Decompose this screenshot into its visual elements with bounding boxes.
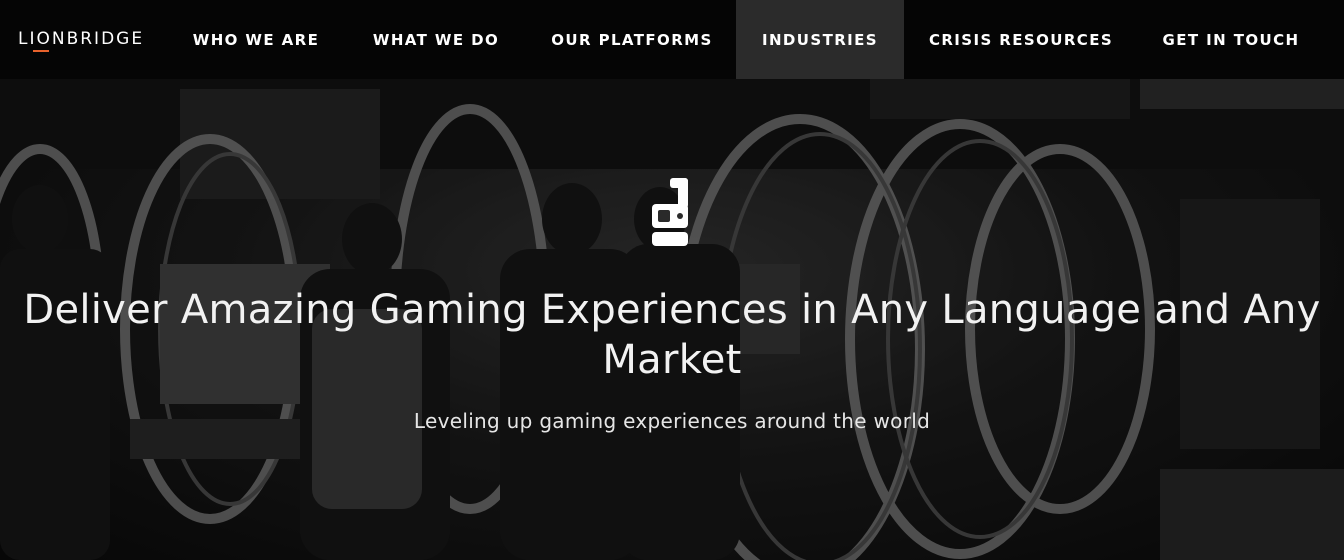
nav-item-who-we-are[interactable]: WHO WE ARE [178,0,334,79]
gaming-controller-icon [652,178,688,246]
nav-item-get-in-touch[interactable]: GET IN TOUCH [1146,0,1316,79]
logo-accent-mark [33,50,49,52]
lionbridge-logo[interactable]: LIONBRIDGE [18,29,144,49]
nav-item-crisis-resources[interactable]: CRISIS RESOURCES [912,0,1130,79]
hero-banner: Deliver Amazing Gaming Experiences in An… [0,79,1344,560]
nav-item-industries[interactable]: INDUSTRIES [736,0,904,79]
hero-subheadline: Leveling up gaming experiences around th… [413,409,931,433]
nav-item-our-platforms[interactable]: OUR PLATFORMS [536,0,728,79]
hero-headline: Deliver Amazing Gaming Experiences in An… [23,287,1321,383]
nav-item-what-we-do[interactable]: WHAT WE DO [356,0,516,79]
top-navigation-bar: LIONBRIDGE WHO WE ARE WHAT WE DO OUR PLA… [0,0,1344,79]
